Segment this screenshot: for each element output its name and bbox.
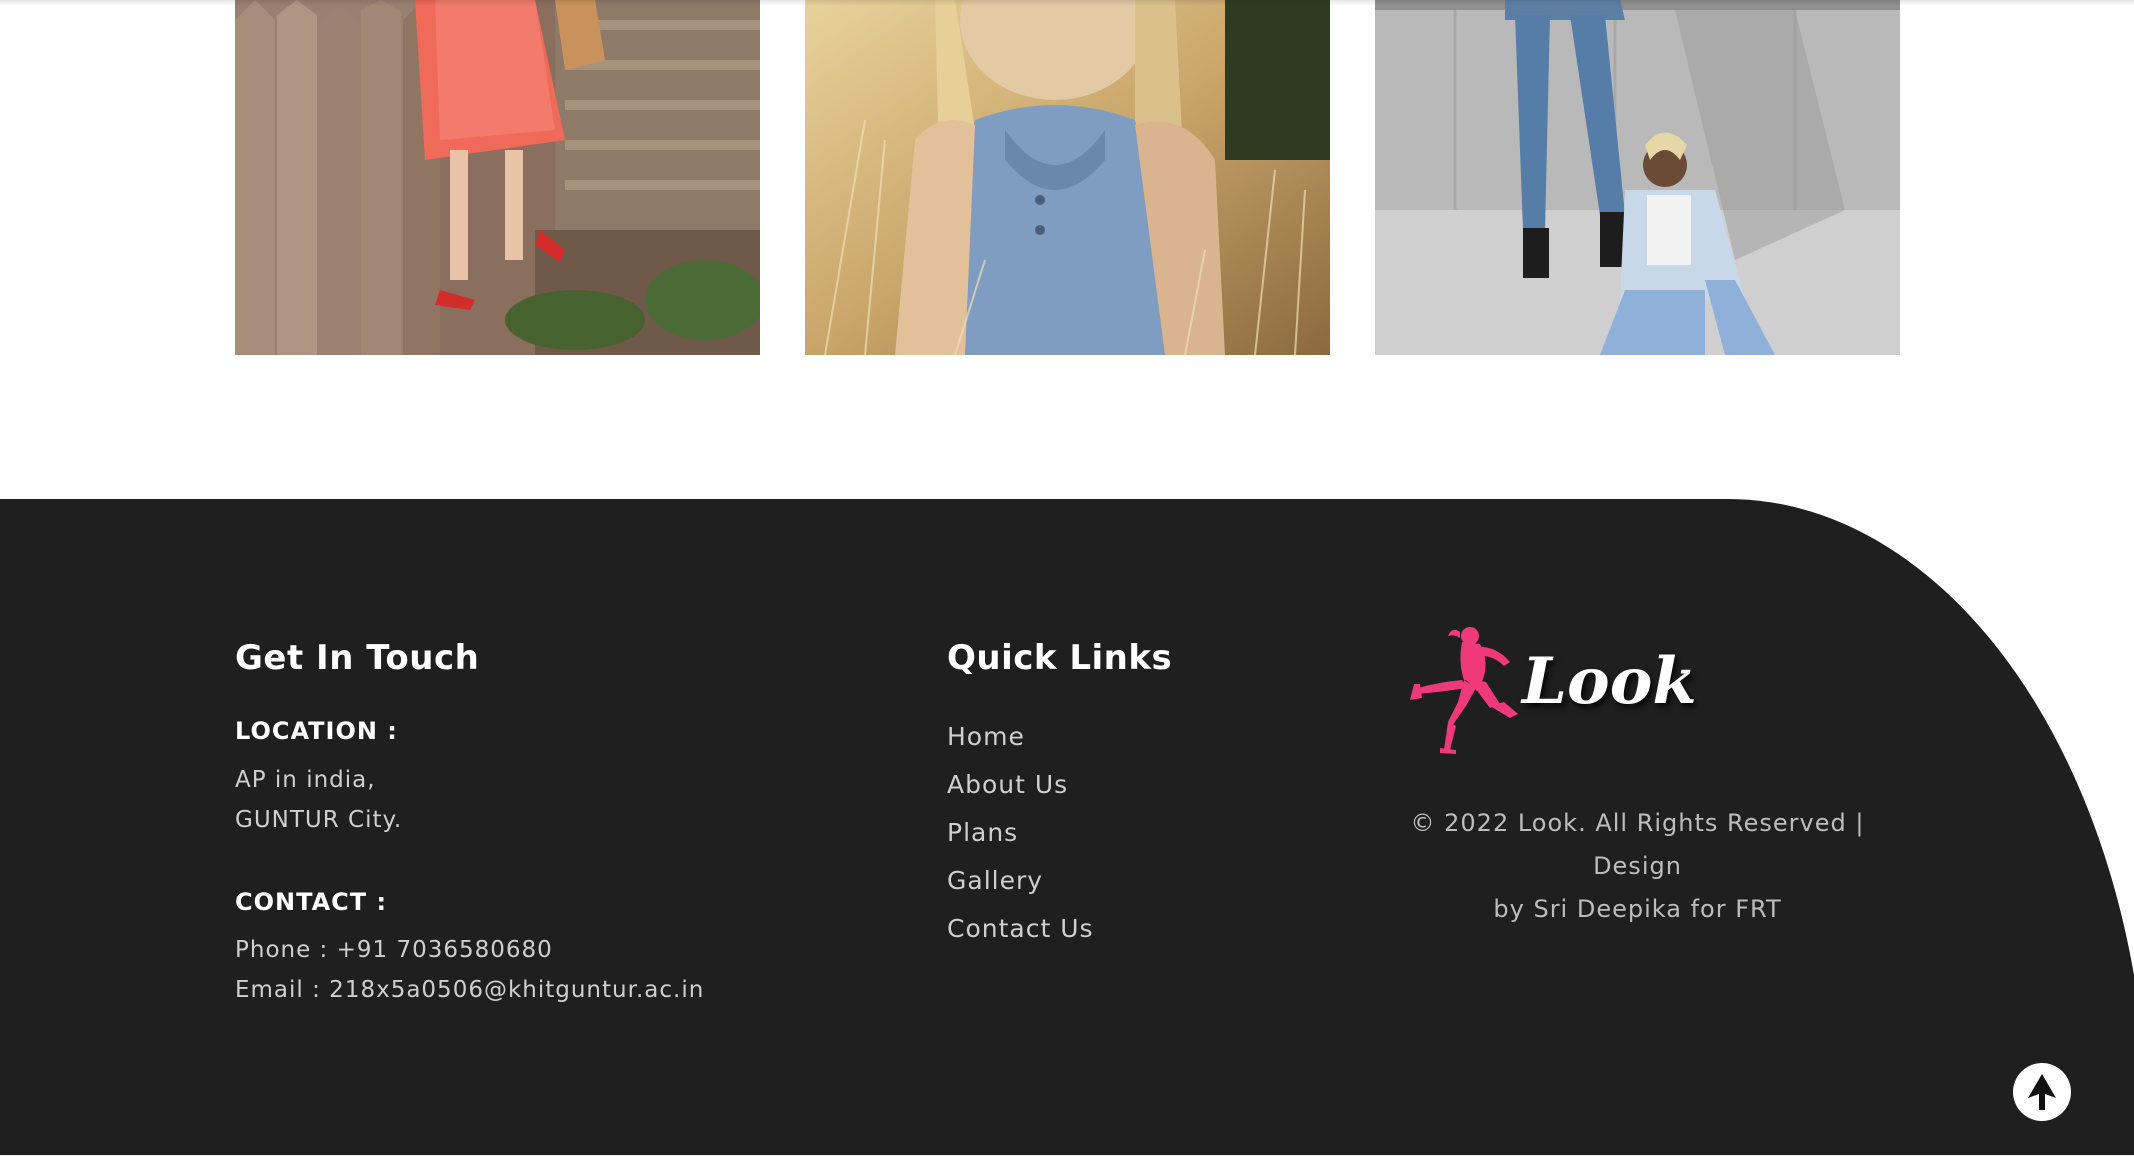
phone-text: Phone : +91 7036580680 bbox=[235, 937, 553, 963]
location-line-2: GUNTUR City. bbox=[235, 807, 403, 833]
location-label: LOCATION : bbox=[235, 717, 398, 745]
location-line-1: AP in india, bbox=[235, 767, 376, 793]
get-in-touch-heading: Get In Touch bbox=[235, 638, 480, 678]
dancer-silhouette-icon bbox=[1410, 627, 1518, 754]
gallery-photo-denim-wall[interactable] bbox=[1375, 0, 1900, 355]
email-text: Email : 218x5a0506@khitguntur.ac.in bbox=[235, 977, 705, 1003]
copyright-line-2: by Sri Deepika for FRT bbox=[1493, 895, 1782, 923]
logo-wordmark: Look bbox=[1522, 644, 1697, 719]
back-to-top-button[interactable] bbox=[2013, 1063, 2071, 1121]
quick-links-heading: Quick Links bbox=[947, 638, 1173, 678]
photo-wheat-field-image bbox=[805, 0, 1330, 355]
photo-red-dress-image bbox=[235, 0, 760, 355]
quick-link-about-us[interactable]: About Us bbox=[947, 770, 1068, 799]
quick-link-home[interactable]: Home bbox=[947, 722, 1025, 751]
gallery-photo-red-dress[interactable] bbox=[235, 0, 760, 355]
photo-denim-wall-image bbox=[1375, 0, 1900, 355]
gallery-photo-wheat-field[interactable] bbox=[805, 0, 1330, 355]
quick-link-plans[interactable]: Plans bbox=[947, 818, 1018, 847]
look-logo[interactable]: Look bbox=[1400, 622, 1697, 757]
contact-label: CONTACT : bbox=[235, 888, 388, 916]
top-shadow bbox=[0, 0, 2134, 6]
quick-link-contact-us[interactable]: Contact Us bbox=[947, 914, 1094, 943]
copyright-line-1: © 2022 Look. All Rights Reserved | Desig… bbox=[1410, 809, 1865, 880]
quick-link-gallery[interactable]: Gallery bbox=[947, 866, 1043, 895]
arrow-up-icon bbox=[2028, 1074, 2056, 1110]
copyright-text: © 2022 Look. All Rights Reserved | Desig… bbox=[1375, 802, 1900, 931]
